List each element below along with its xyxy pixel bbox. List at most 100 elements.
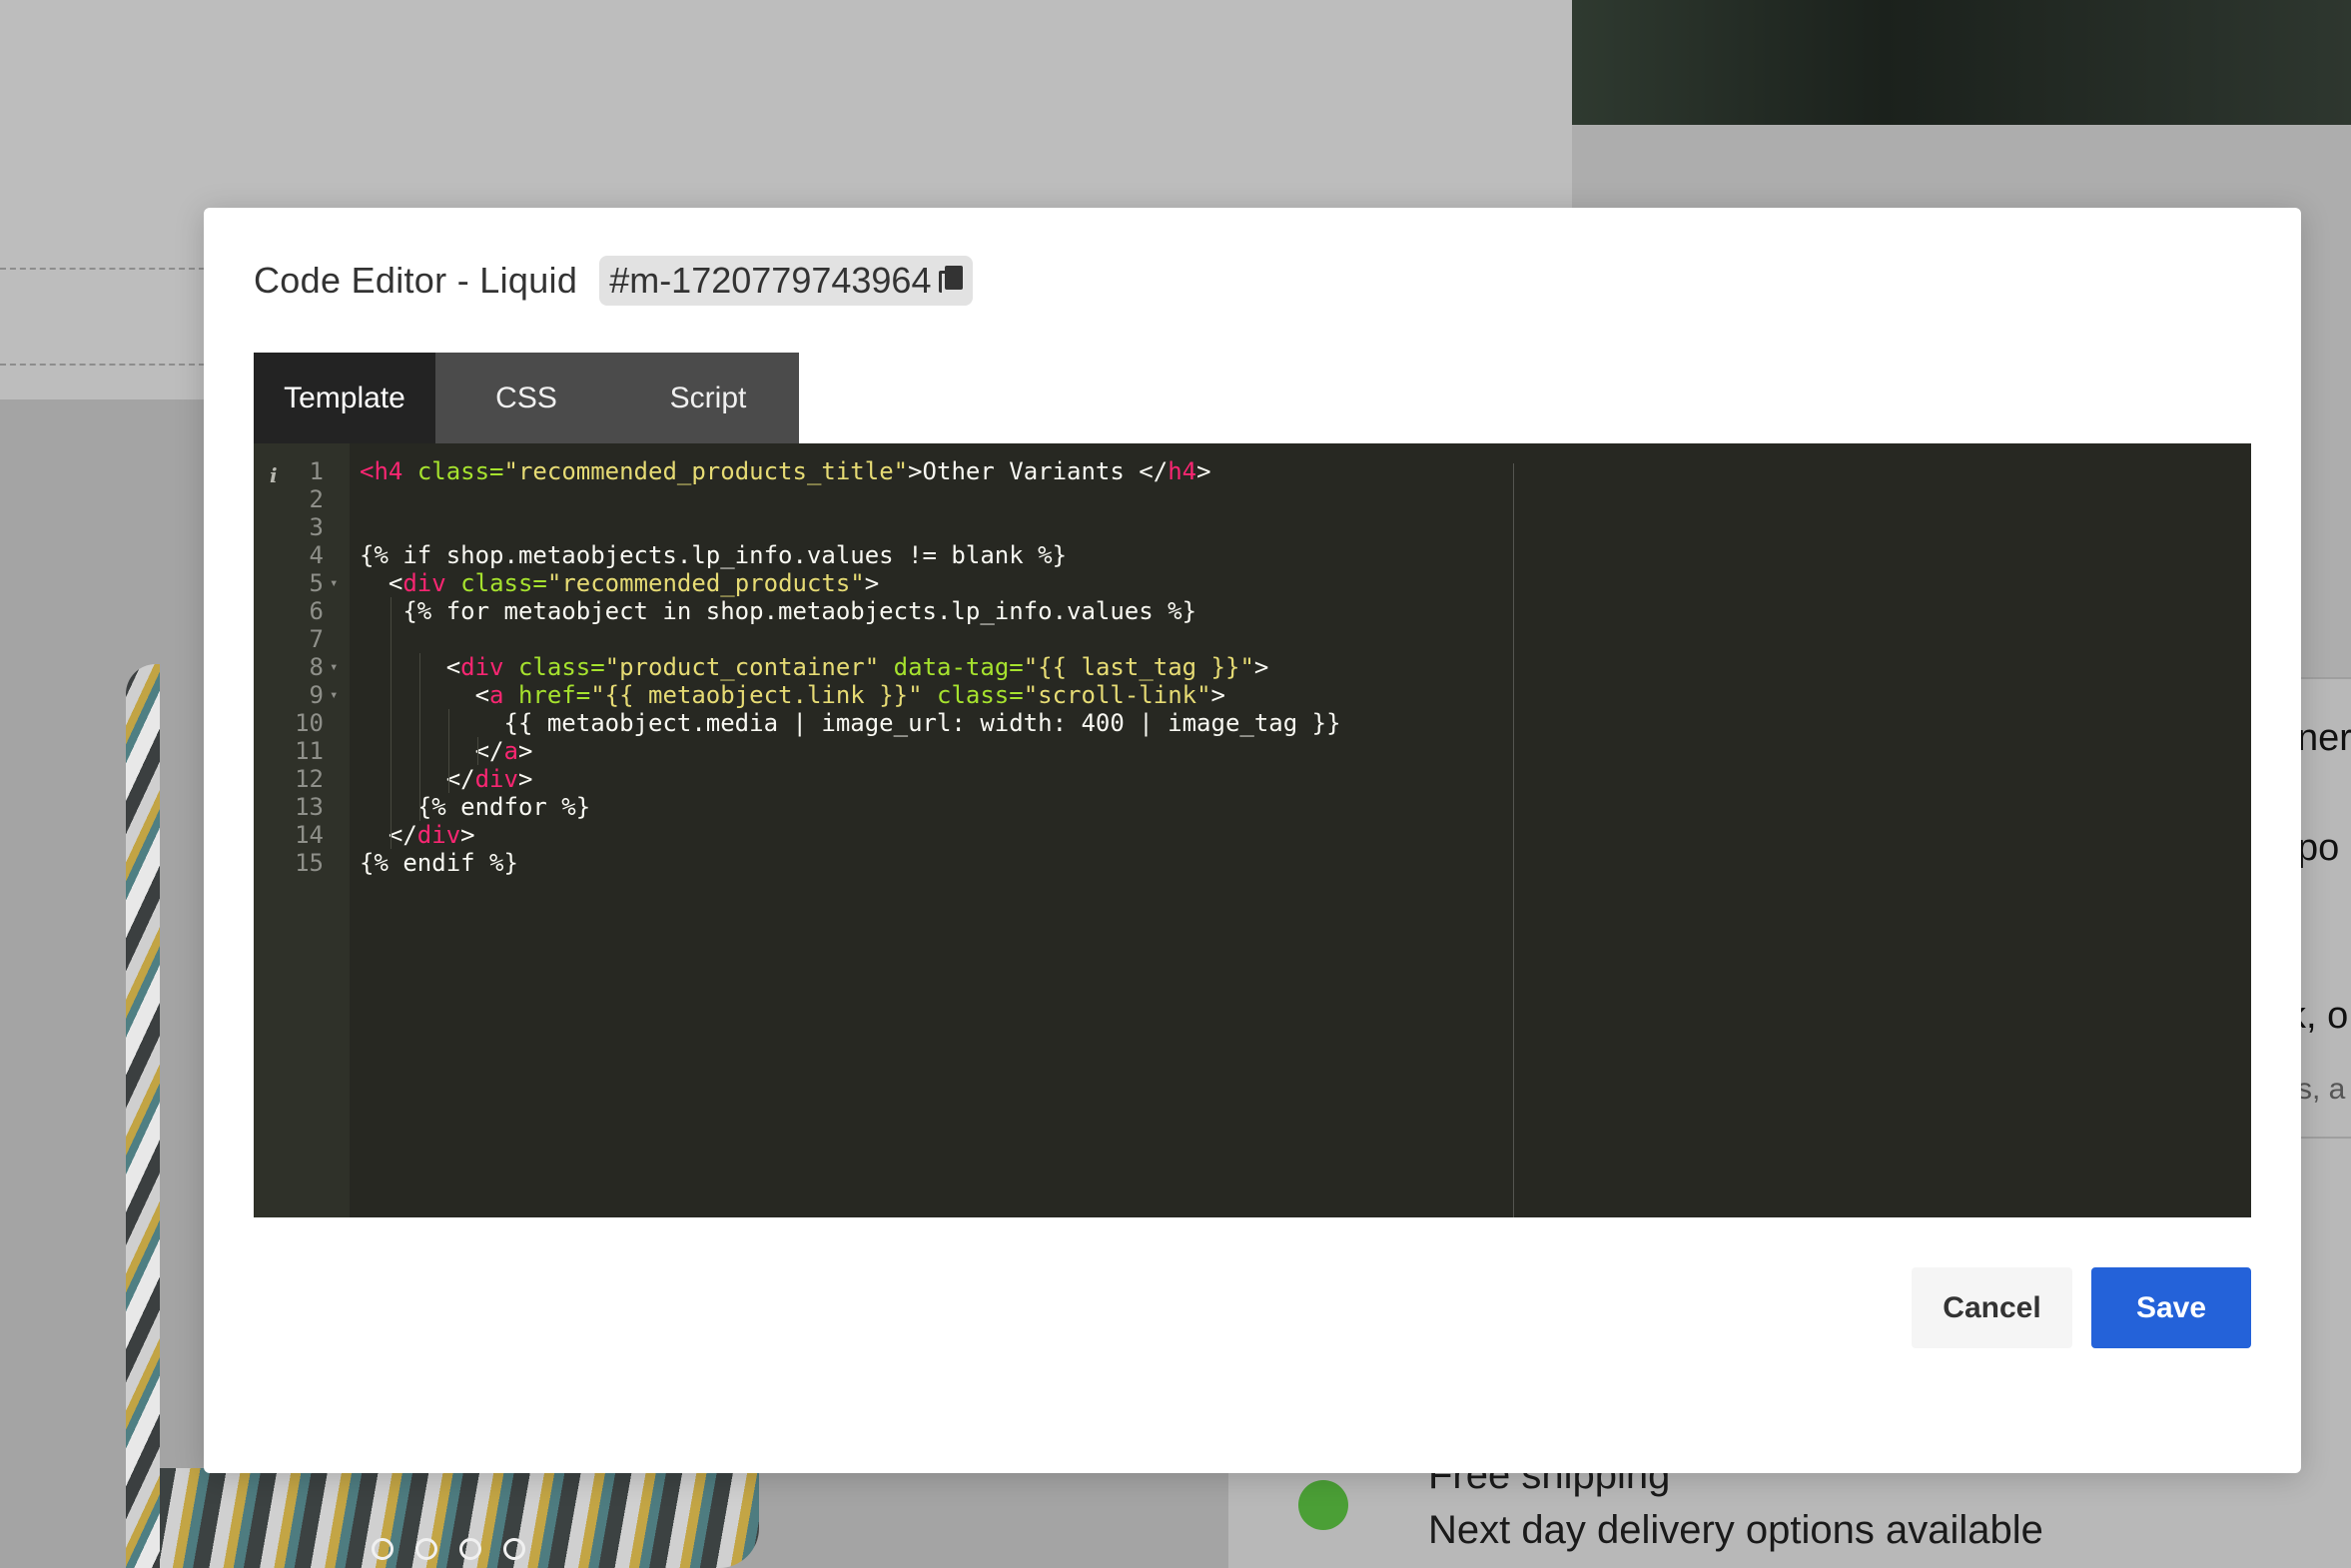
code-token-txt: >	[864, 569, 880, 597]
code-token-txt: {% endif %}	[360, 849, 518, 877]
code-token-txt: <	[360, 681, 490, 709]
code-line[interactable]: 8 ▾ <div class="product_container" data-t…	[254, 653, 2251, 681]
code-token-txt: <	[360, 653, 461, 681]
indent-guide	[390, 597, 392, 849]
code-token-str: "recommended_products_title"	[503, 457, 909, 485]
element-id-chip[interactable]: #m-1720779743964	[599, 256, 974, 306]
code-text: {{ metaobject.media | image_url: width: …	[360, 709, 1340, 737]
code-line[interactable]: 2	[254, 485, 2251, 513]
line-number: 8	[309, 653, 324, 681]
indent-guide	[418, 653, 420, 821]
code-token-txt: >	[1253, 653, 1269, 681]
code-token-txt: >	[517, 737, 533, 765]
fold-arrow-icon[interactable]: ▾	[330, 681, 338, 709]
line-number: 1	[309, 457, 324, 485]
code-text: </div>	[360, 765, 533, 793]
code-text: <div class="product_container" data-tag=…	[360, 653, 1269, 681]
code-token-str: "product_container"	[604, 653, 880, 681]
indent-guide	[476, 737, 478, 765]
background-text-snippet: s, a	[2297, 1073, 2346, 1106]
cancel-button[interactable]: Cancel	[1912, 1267, 2072, 1348]
code-line[interactable]: 3	[254, 513, 2251, 541]
code-token-attr: class=	[517, 653, 605, 681]
line-number: 7	[309, 625, 324, 653]
line-number: 13	[295, 793, 324, 821]
background-divider	[2297, 1137, 2351, 1139]
carousel-dot	[372, 1538, 393, 1560]
code-line[interactable]: 14 </div>	[254, 821, 2251, 849]
line-number: 11	[295, 737, 324, 765]
code-token-tag: div	[474, 765, 518, 793]
modal-header: Code Editor - Liquid #m-1720779743964	[254, 256, 974, 306]
code-line[interactable]: 6 {% for metaobject in shop.metaobjects.…	[254, 597, 2251, 625]
code-token-txt: >	[517, 765, 533, 793]
code-text: {% endif %}	[360, 849, 518, 877]
code-token-txt: </	[360, 737, 504, 765]
line-number: 9	[309, 681, 324, 709]
code-line[interactable]: 11 </a>	[254, 737, 2251, 765]
code-token-txt: {% if shop.metaobjects.lp_info.values !=…	[360, 541, 1068, 569]
modal-title: Code Editor - Liquid	[254, 260, 578, 301]
code-token-tag: div	[416, 821, 461, 849]
code-text: < h4 class="recommended_products_title">O…	[360, 457, 1211, 485]
code-token-tag: <	[360, 457, 375, 485]
editor-tabs: Template CSS Script	[254, 353, 799, 443]
code-line[interactable]: 13 {% endfor %}	[254, 793, 2251, 821]
code-line[interactable]: 10 {{ metaobject.media | image_url: widt…	[254, 709, 2251, 737]
fold-arrow-icon[interactable]: ▾	[330, 653, 338, 681]
save-button[interactable]: Save	[2091, 1267, 2251, 1348]
code-token-tag: h4	[1168, 457, 1197, 485]
code-text: <div class="recommended_products">	[360, 569, 879, 597]
line-number: 4	[309, 541, 324, 569]
code-text: {% if shop.metaobjects.lp_info.values !=…	[360, 541, 1067, 569]
code-line[interactable]: 4 {% if shop.metaobjects.lp_info.values !…	[254, 541, 2251, 569]
code-text: <a href="{{ metaobject.link }}" class="s…	[360, 681, 1225, 709]
code-token-attr: class=	[416, 457, 504, 485]
code-line[interactable]: 1 < h4 class="recommended_products_title">…	[254, 457, 2251, 485]
code-token-txt: </	[360, 765, 475, 793]
background-dashed-divider	[0, 364, 205, 366]
code-token-attr: class=	[460, 569, 547, 597]
tab-template[interactable]: Template	[254, 353, 435, 443]
line-number: 3	[309, 513, 324, 541]
code-line[interactable]: 12 </div>	[254, 765, 2251, 793]
code-token-txt: >	[1210, 681, 1225, 709]
carousel-dot	[459, 1538, 481, 1560]
background-text-snippet: ner	[2297, 717, 2351, 759]
code-token-txt: >Other Variants </	[908, 457, 1169, 485]
background-text-snippet: po	[2297, 827, 2340, 869]
code-token-str: "{{ last_tag }}"	[1023, 653, 1254, 681]
background-carousel-dots	[372, 1538, 525, 1560]
code-token-str: "scroll-link"	[1023, 681, 1211, 709]
code-line[interactable]: 9 ▾ <a href="{{ metaobject.link }}" class…	[254, 681, 2251, 709]
fold-arrow-icon[interactable]: ▾	[330, 569, 338, 597]
tab-script[interactable]: Script	[617, 353, 799, 443]
code-text: {% endfor %}	[360, 793, 590, 821]
carousel-dot	[503, 1538, 525, 1560]
code-line[interactable]: 7	[254, 625, 2251, 653]
line-number: 10	[295, 709, 324, 737]
code-text: {% for metaobject in shop.metaobjects.lp…	[360, 597, 1196, 625]
code-token-tag: a	[489, 681, 504, 709]
line-number: 14	[295, 821, 324, 849]
code-line[interactable]: 5 ▾ <div class="recommended_products">	[254, 569, 2251, 597]
copy-icon[interactable]	[939, 266, 964, 296]
background-dashed-divider	[0, 268, 205, 270]
background-divider	[2297, 677, 2351, 679]
line-number: 2	[309, 485, 324, 513]
code-token-tag: a	[503, 737, 518, 765]
code-token-tag: div	[402, 569, 446, 597]
code-token-str: "recommended_products"	[546, 569, 865, 597]
code-token-attr: class=	[937, 681, 1024, 709]
code-token-txt: </	[360, 821, 417, 849]
code-token-txt: >	[460, 821, 475, 849]
code-line[interactable]: 15 {% endif %}	[254, 849, 2251, 877]
code-token-txt: {% for metaobject in shop.metaobjects.lp…	[360, 597, 1197, 625]
code-editor[interactable]: i 1 <h4 class="recommended_products_title…	[254, 443, 2251, 1217]
code-text: </div>	[360, 821, 475, 849]
tab-css[interactable]: CSS	[435, 353, 617, 443]
code-text: </a>	[360, 737, 533, 765]
